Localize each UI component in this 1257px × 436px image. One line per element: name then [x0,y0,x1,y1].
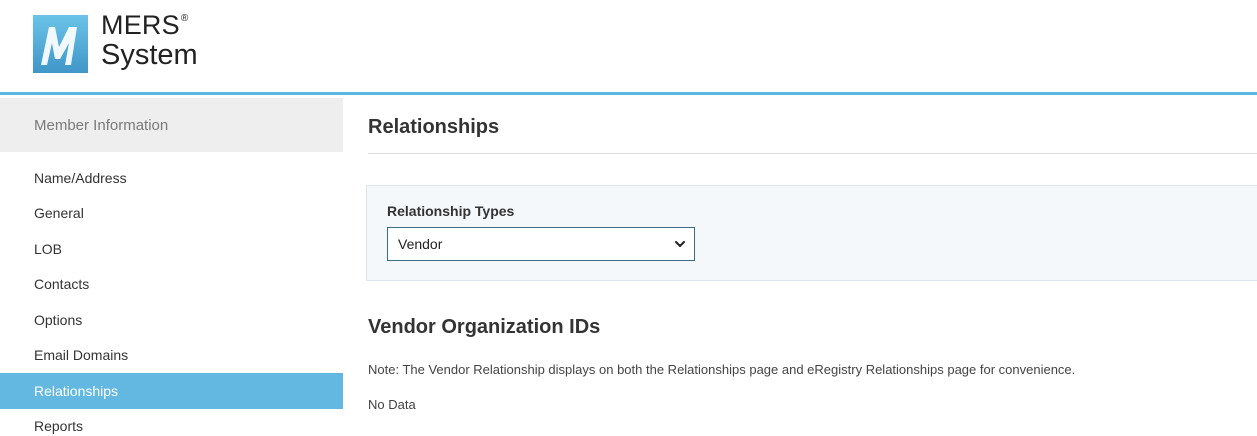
chevron-down-icon [675,241,685,247]
page-title: Relationships [368,116,500,138]
relationship-types-label: Relationship Types [387,203,515,219]
sidebar-item-reports[interactable]: Reports [0,409,343,436]
relationship-types-selected-value: Vendor [398,236,443,252]
sidebar: Member Information Name/Address General … [0,98,343,436]
sidebar-item-options[interactable]: Options [0,302,343,338]
sidebar-item-email-domains[interactable]: Email Domains [0,338,343,374]
logo-line-system: System [101,39,198,71]
sidebar-item-relationships[interactable]: Relationships [0,373,343,409]
sidebar-item-name-address[interactable]: Name/Address [0,160,343,196]
sidebar-item-lob[interactable]: LOB [0,231,343,267]
vendor-note: Note: The Vendor Relationship displays o… [368,362,1076,377]
sidebar-nav: Name/Address General LOB Contacts Option… [0,160,343,436]
sidebar-section-header: Member Information [0,98,343,152]
empty-state-text: No Data [368,397,416,412]
relationship-types-select[interactable]: Vendor [387,227,695,261]
sidebar-item-general[interactable]: General [0,196,343,232]
mers-logo-icon [33,15,88,73]
relationship-types-panel: Relationship Types Vendor [366,185,1257,281]
vendor-org-ids-heading: Vendor Organization IDs [368,316,601,338]
logo-wordmark: MERS® System [101,12,198,70]
title-divider [368,153,1257,154]
main-content: Relationships Relationship Types Vendor … [343,98,1257,436]
sidebar-item-contacts[interactable]: Contacts [0,267,343,303]
app-header: MERS® System [0,0,1257,95]
registered-mark: ® [180,13,189,24]
logo-line-mers: MERS® [101,10,189,40]
mers-logo[interactable]: MERS® System [33,12,198,73]
